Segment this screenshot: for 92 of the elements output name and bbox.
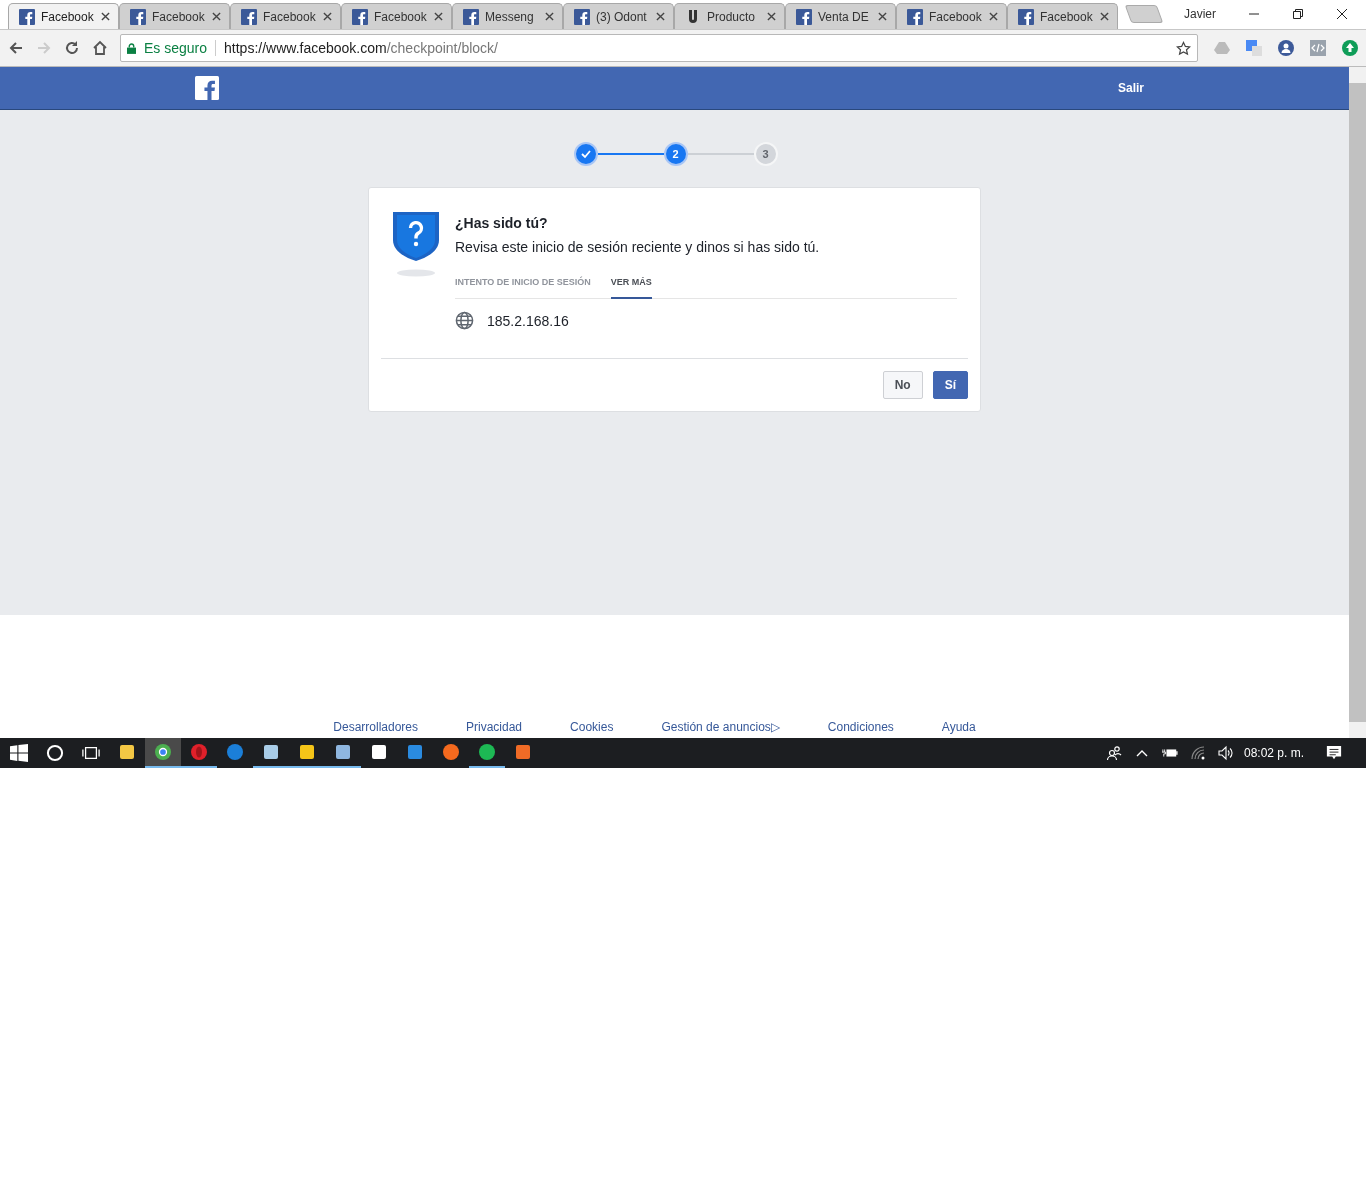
security-label: Es seguro <box>144 40 217 56</box>
home-icon[interactable] <box>92 40 108 56</box>
close-icon[interactable] <box>323 12 332 21</box>
info-tab[interactable]: VER MÁS <box>610 271 652 299</box>
browser-tab[interactable]: Facebook <box>896 3 1007 29</box>
close-icon[interactable] <box>1100 12 1109 21</box>
close-icon[interactable] <box>545 12 554 21</box>
tab-title: Facebook <box>1040 9 1094 24</box>
ip-address: 185.2.168.16 <box>487 312 569 329</box>
browser-tab[interactable]: (3) Odont <box>563 3 674 29</box>
app-icon <box>442 743 460 761</box>
tab-title: Facebook <box>929 9 983 24</box>
close-icon[interactable] <box>212 12 221 21</box>
close-icon[interactable] <box>656 12 665 21</box>
lock-icon <box>127 42 136 54</box>
app-icon <box>262 743 280 761</box>
close-icon[interactable] <box>1336 8 1348 20</box>
start-icon[interactable] <box>10 744 28 762</box>
facebook-icon <box>19 8 35 25</box>
app-icon <box>370 743 388 761</box>
step-indicator: 2 <box>663 142 688 166</box>
back-icon[interactable] <box>8 40 24 56</box>
search-icon[interactable] <box>46 744 64 762</box>
task-view-icon[interactable] <box>82 744 100 762</box>
code-icon[interactable] <box>1310 40 1326 56</box>
browser-tab[interactable]: Facebook <box>230 3 341 29</box>
browser-tab[interactable]: Facebook <box>119 3 230 29</box>
browser-tab[interactable]: Venta DE <box>785 3 896 29</box>
scrollbar[interactable] <box>1349 67 1366 738</box>
app-icon <box>226 743 244 761</box>
facebook-icon <box>1018 8 1034 25</box>
profile-name[interactable]: Javier <box>1184 7 1216 21</box>
facebook-icon <box>130 8 146 25</box>
answer-button[interactable]: No <box>882 371 923 399</box>
footer-link[interactable]: Condiciones <box>827 720 894 734</box>
answer-button[interactable]: Sí <box>932 371 968 399</box>
close-icon[interactable] <box>767 12 776 21</box>
tab-title: Messeng <box>485 9 535 24</box>
browser-tab[interactable]: Messeng <box>452 3 563 29</box>
facebook-logo[interactable] <box>195 76 219 100</box>
close-icon[interactable] <box>101 12 110 21</box>
facebook-icon <box>796 8 812 25</box>
footer-link[interactable]: Desarrolladores <box>333 720 418 734</box>
footer-link[interactable]: Gestión de anuncios▷ <box>661 720 780 734</box>
footer-link[interactable]: Privacidad <box>466 720 523 734</box>
upload-icon[interactable] <box>1342 40 1358 56</box>
facebook-icon <box>241 8 257 25</box>
app-icon <box>406 743 424 761</box>
logout-link[interactable]: Salir <box>1118 81 1144 95</box>
clock-time[interactable]: 08:02 p. m. <box>1243 746 1304 760</box>
footer-link[interactable]: Cookies <box>570 720 614 734</box>
tab-title: Facebook <box>374 9 428 24</box>
close-icon[interactable] <box>434 12 443 21</box>
shield-question-icon <box>392 211 440 277</box>
people-icon[interactable] <box>1105 745 1122 761</box>
close-icon[interactable] <box>878 12 887 21</box>
browser-tab[interactable]: Facebook <box>341 3 452 29</box>
browser-tab[interactable]: Facebook <box>8 3 119 29</box>
app-icon <box>190 743 208 761</box>
tab-title: Facebook <box>41 9 95 24</box>
app-icon <box>478 743 496 761</box>
close-icon[interactable] <box>989 12 998 21</box>
tab-title: (3) Odont <box>596 9 648 24</box>
app-icon <box>334 743 352 761</box>
tab-title: Producto <box>707 9 757 24</box>
app-icon <box>118 743 136 761</box>
globe-icon <box>455 311 474 330</box>
address-bar[interactable]: Es seguro https://www.facebook.com/checkpoint/block/ <box>120 34 1198 62</box>
facebook-icon <box>352 8 368 25</box>
star-icon[interactable] <box>1176 40 1191 56</box>
app-icon <box>298 743 316 761</box>
tab-title: Facebook <box>152 9 206 24</box>
facebook-icon <box>574 8 590 25</box>
reload-icon[interactable] <box>64 40 80 56</box>
restore-icon[interactable] <box>1292 8 1304 20</box>
speaker-icon[interactable] <box>1217 745 1234 761</box>
wifi-icon[interactable] <box>1189 745 1206 761</box>
card-title: ¿Has sido tú? <box>455 215 549 231</box>
notification-icon[interactable] <box>1326 745 1342 761</box>
tab-title: Facebook <box>263 9 317 24</box>
step-indicator: 3 <box>753 142 778 166</box>
app-icon <box>514 743 532 761</box>
browser-tab[interactable]: Facebook <box>1007 3 1118 29</box>
tab-title: Venta DE <box>818 9 870 24</box>
app-icon <box>154 743 172 761</box>
facebook-icon <box>907 8 923 25</box>
url-text: https://www.facebook.com/checkpoint/block/ <box>224 40 499 56</box>
footer-link[interactable]: Ayuda <box>941 720 976 734</box>
browser-tab[interactable]: Producto <box>674 3 785 29</box>
card-description: Revisa este inicio de sesión reciente y dinos si has sido tú. <box>455 239 821 255</box>
facebook-icon <box>463 8 479 25</box>
user-badge-icon[interactable] <box>1278 40 1294 56</box>
